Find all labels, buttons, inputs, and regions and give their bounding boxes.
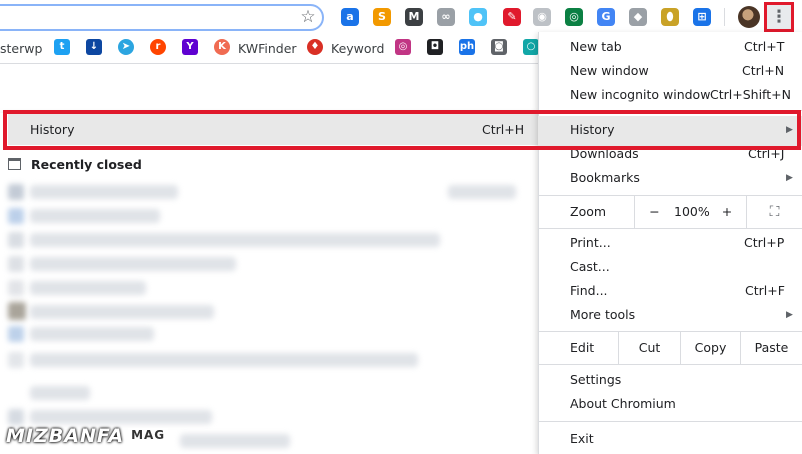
- profile-avatar[interactable]: [738, 6, 760, 28]
- adblock-icon[interactable]: a: [341, 8, 359, 26]
- menu-more-tools[interactable]: More tools: [570, 306, 635, 324]
- blurred-history-item[interactable]: [30, 305, 214, 319]
- toolbar-divider: [724, 8, 725, 26]
- paste-button[interactable]: Paste: [740, 332, 802, 364]
- copy-button[interactable]: Copy: [680, 332, 740, 364]
- camera-outline-icon[interactable]: ◙: [491, 39, 507, 55]
- menu-bookmarks[interactable]: Bookmarks: [570, 169, 640, 187]
- blurred-history-item: [30, 386, 90, 400]
- telegram-icon[interactable]: ➤: [118, 39, 134, 55]
- fullscreen-icon[interactable]: ⛶: [746, 196, 802, 228]
- blurred-favicon: [8, 409, 24, 425]
- bookmark-item[interactable]: sterwp: [0, 40, 42, 58]
- blurred-history-item[interactable]: [30, 281, 146, 295]
- instagram-icon[interactable]: ◎: [395, 39, 411, 55]
- blurred-history-item[interactable]: [30, 257, 236, 271]
- blurred-history-item[interactable]: [30, 353, 418, 367]
- zoom-out-button[interactable]: −: [634, 196, 674, 228]
- ext-shield-icon[interactable]: ⬮: [661, 8, 679, 26]
- blurred-favicon: [8, 326, 24, 342]
- blurred-history-item[interactable]: [180, 434, 290, 448]
- kwfinder-icon[interactable]: K: [214, 39, 230, 55]
- blurred-history-item: [448, 185, 516, 199]
- cut-button[interactable]: Cut: [618, 332, 680, 364]
- site-watermark: MIZBANFA MAG: [6, 425, 169, 449]
- bookmark-download-icon[interactable]: ↓: [86, 39, 102, 55]
- menu-edit: Edit: [570, 340, 595, 355]
- camera-icon[interactable]: ◘: [427, 39, 443, 55]
- menu-cast[interactable]: Cast...: [570, 258, 610, 276]
- menu-zoom: Zoom: [570, 204, 607, 219]
- blurred-favicon: [8, 208, 24, 224]
- ext-m-icon[interactable]: M: [405, 8, 423, 26]
- menu-divider: [538, 364, 802, 365]
- menu-new-incognito[interactable]: New incognito window: [570, 86, 710, 104]
- shortcut-print: Ctrl+P: [744, 235, 785, 250]
- ext-drop-icon[interactable]: ●: [469, 8, 487, 26]
- shortcut-find: Ctrl+F: [745, 283, 785, 298]
- watermark-suffix: MAG: [128, 428, 169, 442]
- zoom-level: 100%: [674, 204, 710, 219]
- blurred-favicon: [8, 256, 24, 272]
- ph-icon[interactable]: ph: [459, 39, 475, 55]
- menu-about[interactable]: About Chromium: [570, 395, 676, 413]
- blurred-favicon: [8, 184, 24, 200]
- menu-exit[interactable]: Exit: [570, 430, 594, 448]
- history-highlight-box: [3, 110, 801, 150]
- ext-orange-icon[interactable]: S: [373, 8, 391, 26]
- recently-closed-heading: Recently closed: [31, 157, 142, 172]
- window-icon: [8, 158, 21, 170]
- twitter-icon[interactable]: t: [54, 39, 70, 55]
- bookmark-star-icon[interactable]: ☆: [298, 7, 318, 27]
- translate-icon[interactable]: G: [597, 8, 615, 26]
- blurred-history-item[interactable]: [30, 185, 178, 199]
- ext-window-icon[interactable]: ⊞: [693, 8, 711, 26]
- blurred-history-item[interactable]: [30, 410, 212, 424]
- menu-divider: [538, 228, 802, 229]
- blurred-favicon: [8, 232, 24, 248]
- zoom-in-button[interactable]: +: [708, 196, 746, 228]
- blurred-favicon: [8, 280, 24, 296]
- ext-pin-icon[interactable]: ◉: [533, 8, 551, 26]
- menu-find[interactable]: Find...: [570, 282, 608, 300]
- address-bar[interactable]: [0, 4, 324, 31]
- shortcut-new-tab: Ctrl+T: [744, 39, 785, 54]
- ext-bike-icon[interactable]: ∞: [437, 8, 455, 26]
- yahoo-icon[interactable]: Y: [182, 39, 198, 55]
- blurred-favicon: [8, 302, 26, 320]
- watermark-brand: MIZBANFA: [6, 425, 125, 447]
- menu-divider: [538, 421, 802, 422]
- ext-diamond-icon[interactable]: ◆: [629, 8, 647, 26]
- submenu-arrow-icon: ▶: [786, 173, 793, 183]
- submenu-arrow-icon: ▶: [786, 310, 793, 320]
- blurred-history-item[interactable]: [30, 327, 154, 341]
- bookmark-item[interactable]: Keyword: [331, 40, 384, 58]
- keyword-icon[interactable]: ♦: [307, 39, 323, 55]
- blurred-history-item[interactable]: [30, 209, 160, 223]
- menu-new-tab[interactable]: New tab: [570, 38, 622, 56]
- reddit-icon[interactable]: r: [150, 39, 166, 55]
- bookmark-teal-icon[interactable]: ○: [523, 39, 539, 55]
- shortcut-incognito: Ctrl+Shift+N: [710, 87, 791, 102]
- browser-toolbar: ☆ a S M ∞ ● ✎ ◉ ◎ G ◆ ⬮ ⊞ ⋮: [0, 0, 802, 34]
- menu-new-window[interactable]: New window: [570, 62, 649, 80]
- chrome-menu-button[interactable]: ⋮: [764, 2, 794, 32]
- menu-settings[interactable]: Settings: [570, 371, 621, 389]
- ext-pipette-icon[interactable]: ✎: [503, 8, 521, 26]
- blurred-history-item[interactable]: [30, 233, 440, 247]
- ext-circle-icon[interactable]: ◎: [565, 8, 583, 26]
- blurred-favicon: [8, 352, 24, 368]
- bookmark-item[interactable]: KWFinder: [238, 40, 297, 58]
- shortcut-new-window: Ctrl+N: [742, 63, 785, 78]
- menu-print[interactable]: Print...: [570, 234, 611, 252]
